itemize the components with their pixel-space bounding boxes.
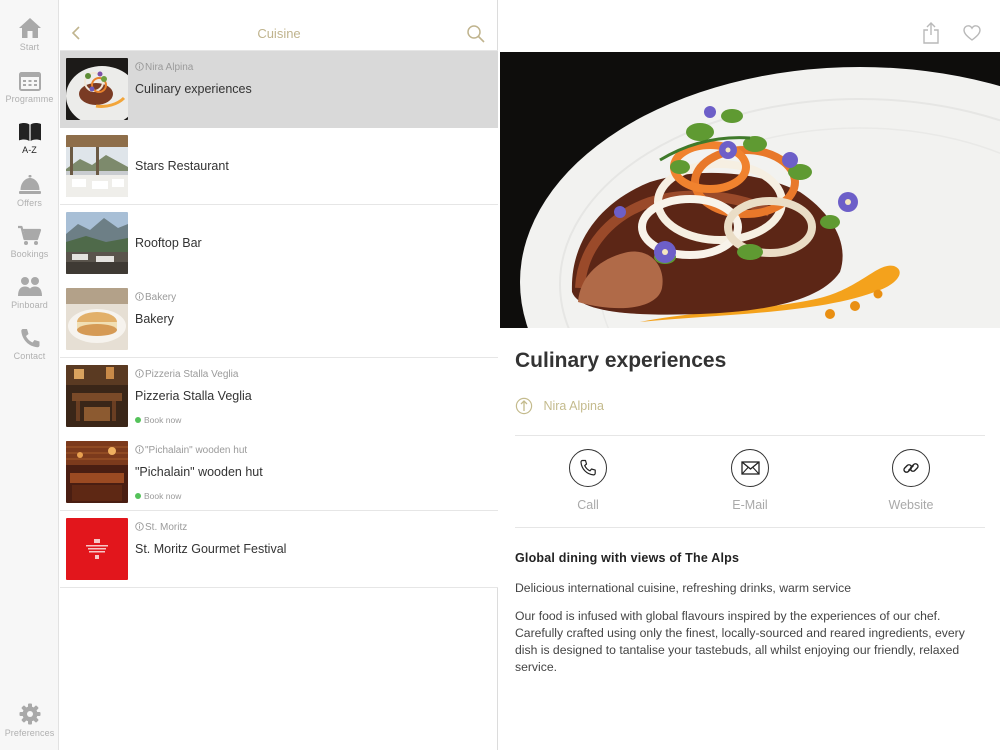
book-now-status[interactable]: Book now xyxy=(135,415,181,425)
item-kicker: "Pichalain" wooden hut xyxy=(135,445,247,456)
nav-item-contact[interactable]: Contact xyxy=(0,328,59,361)
item-title: Culinary experiences xyxy=(135,82,252,96)
nav-label-offers: Offers xyxy=(17,198,42,208)
cart-icon xyxy=(18,225,42,245)
people-icon xyxy=(17,277,42,296)
location-pin-icon xyxy=(515,397,533,415)
phone-icon xyxy=(580,459,596,476)
item-kicker-text: "Pichalain" wooden hut xyxy=(145,445,248,456)
item-title: Bakery xyxy=(135,312,174,326)
detail-header xyxy=(500,0,1000,52)
book-now-label: Book now xyxy=(144,415,182,425)
item-kicker: Bakery xyxy=(135,292,176,303)
nav-item-offers[interactable]: Offers xyxy=(0,174,59,208)
thumbnail-rooftop xyxy=(66,212,128,274)
list-item[interactable]: Bakery Bakery xyxy=(60,281,498,358)
thumbnail-dish xyxy=(66,58,128,120)
item-kicker: Pizzeria Stalla Veglia xyxy=(135,369,238,380)
item-kicker-text: St. Moritz xyxy=(145,522,188,533)
call-button[interactable]: Call xyxy=(548,449,628,512)
item-kicker: Nira Alpina xyxy=(135,62,193,73)
nav-label-a-z: A-Z xyxy=(22,145,37,155)
thumbnail-wooden-hut xyxy=(66,441,128,503)
nav-rail: Start Programme A-Z Offers Bookings Pinb… xyxy=(0,0,59,750)
thumbnail-restaurant-terrace xyxy=(66,135,128,197)
nav-item-preferences[interactable]: Preferences xyxy=(0,703,59,738)
item-title: Rooftop Bar xyxy=(135,236,202,250)
heart-icon[interactable] xyxy=(963,24,981,42)
info-icon xyxy=(135,369,144,378)
website-circle xyxy=(892,449,930,487)
item-kicker-text: Pizzeria Stalla Veglia xyxy=(145,369,239,380)
list-item[interactable]: "Pichalain" wooden hut "Pichalain" woode… xyxy=(60,434,498,511)
list-item[interactable]: Pizzeria Stalla Veglia Pizzeria Stalla V… xyxy=(60,358,498,435)
list-header: Cuisine xyxy=(60,0,498,51)
list-item[interactable]: St. Moritz St. Moritz Gourmet Festival xyxy=(60,511,498,588)
thumbnail-bakery xyxy=(66,288,128,350)
service-bell-icon xyxy=(18,175,41,194)
list-column: Cuisine Nira Alpina Culinary experiences xyxy=(60,0,498,750)
detail-pane: Culinary experiences Nira Alpina Call E-… xyxy=(500,0,1000,750)
nav-item-bookings[interactable]: Bookings xyxy=(0,225,59,259)
available-dot-icon xyxy=(135,493,141,499)
location-row[interactable]: Nira Alpina xyxy=(515,397,604,417)
book-now-status[interactable]: Book now xyxy=(135,491,181,501)
nav-label-pinboard: Pinboard xyxy=(11,300,48,310)
list-item[interactable]: Rooftop Bar xyxy=(60,205,498,282)
available-dot-icon xyxy=(135,417,141,423)
divider xyxy=(515,435,985,436)
nav-label-bookings: Bookings xyxy=(10,249,49,259)
item-kicker-text: Nira Alpina xyxy=(145,62,194,73)
calendar-icon xyxy=(18,72,41,91)
phone-icon xyxy=(20,329,39,348)
link-icon xyxy=(903,463,919,473)
thumbnail-festival-logo xyxy=(66,518,128,580)
info-icon xyxy=(135,292,144,301)
nav-label-start: Start xyxy=(19,42,40,52)
section-heading: Global dining with views of The Alps xyxy=(515,551,740,565)
book-icon xyxy=(18,123,41,141)
info-icon xyxy=(135,445,144,454)
home-icon xyxy=(18,18,41,38)
detail-title: Culinary experiences xyxy=(515,349,727,372)
search-icon[interactable] xyxy=(466,24,486,44)
info-icon xyxy=(135,62,144,71)
nav-item-start[interactable]: Start xyxy=(0,17,59,52)
nav-label-programme: Programme xyxy=(5,94,54,104)
item-title: St. Moritz Gourmet Festival xyxy=(135,542,287,556)
nav-item-programme[interactable]: Programme xyxy=(0,71,59,104)
website-button[interactable]: Website xyxy=(871,449,951,512)
nav-label-preferences: Preferences xyxy=(4,728,55,738)
hero-image-dish xyxy=(500,52,1000,328)
book-now-label: Book now xyxy=(144,491,182,501)
item-title: "Pichalain" wooden hut xyxy=(135,465,263,479)
item-kicker-text: Bakery xyxy=(145,292,177,303)
call-label: Call xyxy=(577,498,599,512)
list-title: Cuisine xyxy=(257,26,301,41)
email-label: E-Mail xyxy=(732,498,768,512)
description-body: Our food is infused with global flavours… xyxy=(515,609,965,674)
divider xyxy=(515,527,985,528)
info-icon xyxy=(135,522,144,531)
call-circle xyxy=(569,449,607,487)
item-title: Pizzeria Stalla Veglia xyxy=(135,389,252,403)
location-text: Nira Alpina xyxy=(543,399,604,413)
item-title: Stars Restaurant xyxy=(135,159,229,173)
gear-icon xyxy=(19,703,40,725)
envelope-icon xyxy=(740,461,760,475)
share-icon[interactable] xyxy=(922,22,940,44)
list-item[interactable]: Stars Restaurant xyxy=(60,128,498,205)
item-kicker: St. Moritz xyxy=(135,522,187,533)
thumbnail-pizzeria xyxy=(66,365,128,427)
nav-item-a-z[interactable]: A-Z xyxy=(0,122,59,155)
list-item[interactable]: Nira Alpina Culinary experiences xyxy=(60,51,498,128)
email-button[interactable]: E-Mail xyxy=(710,449,790,512)
nav-item-pinboard[interactable]: Pinboard xyxy=(0,276,59,310)
email-circle xyxy=(731,449,769,487)
nav-label-contact: Contact xyxy=(13,351,46,361)
description-lead: Delicious international cuisine, refresh… xyxy=(515,581,851,595)
website-label: Website xyxy=(888,498,934,512)
